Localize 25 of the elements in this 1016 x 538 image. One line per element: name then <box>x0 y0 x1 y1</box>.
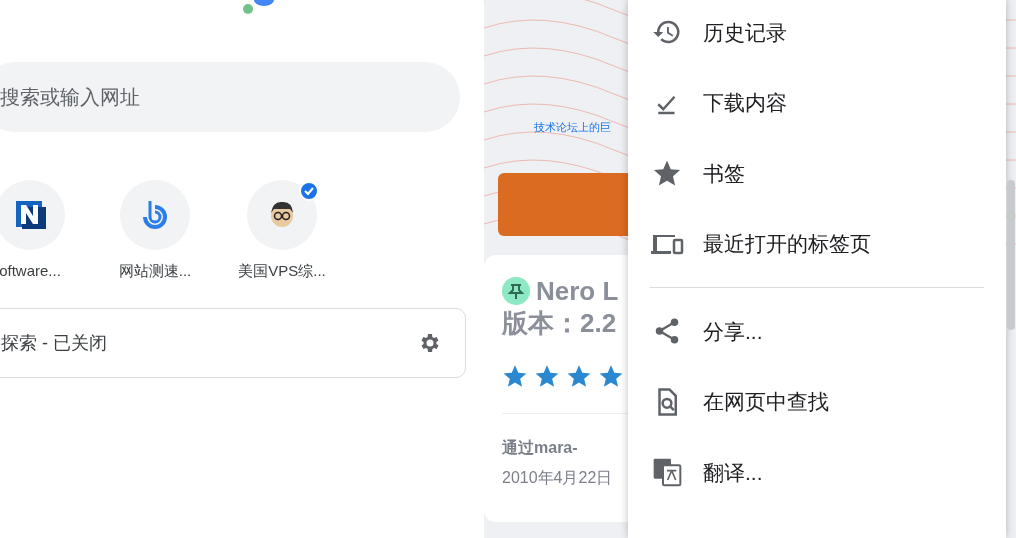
check-badge-icon <box>299 181 319 201</box>
post-date: 2010年4月22日 <box>502 468 613 488</box>
menu-item[interactable]: 书签 <box>628 138 1006 209</box>
star-icon <box>566 363 592 389</box>
shortcut-label: 网站测速... <box>118 261 192 281</box>
menu-item[interactable]: 分享... <box>628 296 1006 367</box>
search-field[interactable]: 搜索或输入网址 <box>0 62 460 132</box>
tagline-link[interactable]: 技术论坛上的巨 <box>534 119 611 136</box>
menu-item[interactable]: 在网页中查找 <box>628 366 1006 437</box>
star-icon <box>598 363 624 389</box>
shortcut-label: oftware... <box>0 261 61 281</box>
article-version: 版本：2.2 <box>502 307 617 339</box>
shortcut-label: 美国VPS综... <box>238 261 326 281</box>
star-icon <box>502 363 528 389</box>
menu-item[interactable]: 下载内容 <box>628 67 1006 138</box>
discover-status: 探索 - 已关闭 <box>1 331 107 355</box>
menu-item[interactable]: 翻译... <box>628 437 1006 508</box>
star-icon <box>534 363 560 389</box>
menu-item[interactable]: 历史记录 <box>628 0 1006 68</box>
article-title: Nero L <box>536 275 619 307</box>
scrollbar[interactable] <box>1007 180 1015 330</box>
pin-icon <box>502 277 530 305</box>
menu-item[interactable]: 最近打开的标签页 <box>628 208 1006 279</box>
author-name: 通过mara- <box>502 438 578 458</box>
search-input[interactable]: 搜索或输入网址 <box>0 82 460 112</box>
